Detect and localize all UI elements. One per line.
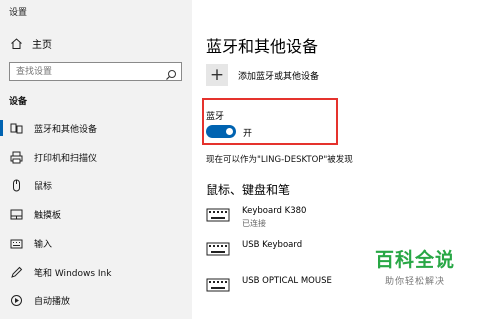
sidebar-item-touchpad[interactable]: 触摸板 [0, 202, 192, 226]
search-input[interactable] [16, 65, 156, 78]
sidebar-item-printers[interactable]: 打印机和扫描仪 [0, 145, 192, 169]
keyboard-icon [9, 236, 23, 250]
device-name: USB Keyboard [242, 240, 303, 250]
sidebar-item-input[interactable]: 输入 [0, 231, 192, 255]
watermark-title: 百科全说 [374, 249, 455, 271]
toggle-knob [226, 128, 233, 135]
sidebar-item-label: 鼠标 [34, 181, 53, 192]
device-item[interactable]: Keyboard K380 已连接 [206, 206, 306, 229]
sidebar-item-mouse[interactable]: 鼠标 [0, 173, 192, 197]
sidebar-item-autoplay[interactable]: 自动播放 [0, 288, 192, 312]
sidebar: 设置 主页 设备 蓝牙和其他设备 打印机和扫描仪 [0, 0, 192, 319]
sidebar-item-label: 蓝牙和其他设备 [34, 124, 98, 135]
autoplay-icon [9, 293, 23, 307]
mouse-icon [9, 178, 23, 192]
sidebar-item-pen[interactable]: 笔和 Windows Ink [0, 260, 192, 284]
page-title: 蓝牙和其他设备 [206, 37, 319, 56]
bluetooth-toggle[interactable] [206, 125, 236, 138]
watermark-subtitle: 助你轻松解决 [384, 277, 445, 287]
sidebar-item-label: 自动播放 [34, 296, 71, 307]
touchpad-icon [9, 207, 23, 221]
sidebar-item-label: 打印机和扫描仪 [34, 153, 98, 164]
sidebar-home[interactable]: 主页 [9, 36, 52, 51]
watermark: 百科全说 助你轻松解决 [365, 245, 465, 287]
add-device-button[interactable]: + 添加蓝牙或其他设备 [206, 64, 319, 86]
keyboard-icon [206, 278, 230, 292]
sidebar-section-devices: 设备 [9, 97, 28, 107]
bluetooth-devices-icon [9, 121, 23, 135]
device-status: 已连接 [242, 219, 266, 228]
printer-icon [9, 150, 23, 164]
device-item[interactable]: USB OPTICAL MOUSE [206, 276, 332, 292]
pen-icon [9, 265, 23, 279]
sidebar-item-label: 笔和 Windows Ink [34, 268, 112, 279]
device-name: Keyboard K380 [242, 206, 307, 216]
sidebar-item-label: 输入 [34, 239, 53, 250]
device-name: USB OPTICAL MOUSE [242, 276, 332, 286]
window-title: 设置 [9, 8, 28, 18]
search-box[interactable] [9, 62, 182, 81]
home-label: 主页 [32, 40, 52, 51]
discoverable-text: 现在可以作为"LING-DESKTOP"被发现 [206, 155, 353, 165]
keyboard-icon [206, 208, 230, 222]
search-icon[interactable] [165, 66, 177, 80]
plus-icon: + [206, 64, 228, 86]
sidebar-item-bluetooth[interactable]: 蓝牙和其他设备 [0, 116, 192, 140]
bluetooth-label: 蓝牙 [206, 112, 225, 122]
settings-window: 设置 主页 设备 蓝牙和其他设备 打印机和扫描仪 [0, 0, 500, 319]
add-device-label: 添加蓝牙或其他设备 [238, 71, 320, 82]
device-item[interactable]: USB Keyboard [206, 240, 302, 256]
devices-section-title: 鼠标、键盘和笔 [206, 183, 291, 197]
toggle-state-label: 开 [243, 129, 253, 139]
home-icon [9, 37, 23, 51]
keyboard-icon [206, 242, 230, 256]
sidebar-item-label: 触摸板 [34, 210, 62, 221]
